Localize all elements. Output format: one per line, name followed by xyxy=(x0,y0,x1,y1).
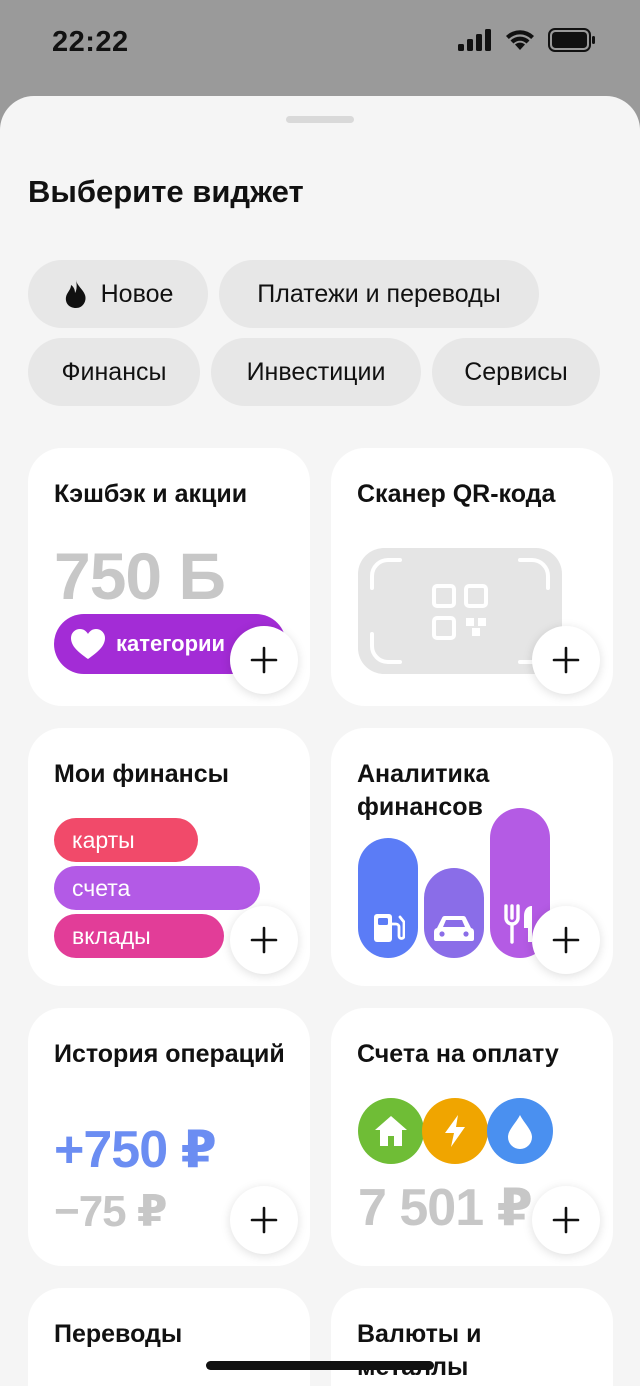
widget-operations-history[interactable]: История операций +750 ₽ −75 ₽ xyxy=(28,1008,310,1266)
widget-qr-scanner[interactable]: Сканер QR-кода xyxy=(331,448,613,706)
add-widget-button[interactable] xyxy=(230,626,298,694)
plus-icon xyxy=(552,1206,580,1234)
lightning-icon xyxy=(445,1115,465,1147)
widget-title: История операций xyxy=(54,1040,285,1068)
home-indicator xyxy=(206,1361,434,1370)
bill-category-water xyxy=(487,1098,553,1164)
widget-cashback[interactable]: Кэшбэк и акции 750 Б категории xyxy=(28,448,310,706)
plus-icon xyxy=(250,926,278,954)
battery-icon xyxy=(548,28,595,52)
sheet-title: Выберите виджет xyxy=(28,174,304,209)
add-widget-button[interactable] xyxy=(230,1186,298,1254)
status-icons xyxy=(458,28,596,52)
finance-item-accounts: счета xyxy=(54,866,260,910)
pill-label: категории xyxy=(116,631,226,656)
chip-label: Финансы xyxy=(61,357,167,386)
chip-investments[interactable]: Инвестиции xyxy=(211,338,421,406)
drop-icon xyxy=(508,1115,532,1149)
widget-currency-metals[interactable]: Валюты и металлы xyxy=(331,1288,613,1386)
car-icon xyxy=(433,915,475,941)
finance-item-deposits: вклады xyxy=(54,914,224,958)
add-widget-button[interactable] xyxy=(532,1186,600,1254)
wifi-icon xyxy=(506,30,534,50)
widget-bills[interactable]: Счета на оплату 7 501 ₽ xyxy=(331,1008,613,1266)
widget-title: Переводы xyxy=(54,1320,183,1348)
plus-icon xyxy=(250,646,278,674)
analytics-bar-car xyxy=(424,868,484,958)
chip-services[interactable]: Сервисы xyxy=(432,338,600,406)
bill-category-home xyxy=(358,1098,424,1164)
chip-label: Платежи и переводы xyxy=(257,279,501,308)
widget-title: Счета на оплату xyxy=(357,1040,559,1068)
chip-new[interactable]: Новое xyxy=(28,260,208,328)
widget-picker-sheet: Выберите виджет Новое Платежи и переводы… xyxy=(0,96,640,1386)
chip-label: Инвестиции xyxy=(246,357,386,386)
sheet-grabber[interactable] xyxy=(286,116,354,123)
plus-icon xyxy=(552,926,580,954)
plus-icon xyxy=(552,646,580,674)
fuel-icon xyxy=(374,914,405,942)
widget-my-finances[interactable]: Мои финансы карты счета вклады xyxy=(28,728,310,986)
heart-icon xyxy=(71,629,105,659)
add-widget-button[interactable] xyxy=(532,626,600,694)
chip-finances[interactable]: Финансы xyxy=(28,338,200,406)
add-widget-button[interactable] xyxy=(532,906,600,974)
chip-label: Новое xyxy=(100,279,174,308)
status-bar: 22:22 xyxy=(0,0,640,92)
fire-icon xyxy=(63,279,89,309)
widget-title: Валюты и металлы xyxy=(357,1320,482,1381)
widget-title: Мои финансы xyxy=(54,760,230,788)
chip-payments-transfers[interactable]: Платежи и переводы xyxy=(219,260,539,328)
add-widget-button[interactable] xyxy=(230,906,298,974)
plus-icon xyxy=(250,1206,278,1234)
house-icon xyxy=(375,1116,407,1146)
finance-item-cards: карты xyxy=(54,818,198,862)
history-expense: −75 ₽ xyxy=(54,1187,167,1236)
bill-category-electricity xyxy=(422,1098,488,1164)
cashback-points: 750 Б xyxy=(54,539,226,613)
widget-finance-analytics[interactable]: Аналитика финансов xyxy=(331,728,613,986)
history-income: +750 ₽ xyxy=(54,1121,217,1179)
cellular-signal-icon xyxy=(458,29,491,51)
chip-label: Сервисы xyxy=(464,357,568,386)
widget-title: Аналитика финансов xyxy=(357,760,490,821)
analytics-bar-fuel xyxy=(358,838,418,958)
widget-transfers[interactable]: Переводы xyxy=(28,1288,310,1386)
qr-code-icon xyxy=(432,584,488,640)
widget-title: Сканер QR-кода xyxy=(357,480,556,508)
status-time: 22:22 xyxy=(52,26,129,58)
widget-title: Кэшбэк и акции xyxy=(54,480,248,508)
bills-amount: 7 501 ₽ xyxy=(358,1179,533,1237)
